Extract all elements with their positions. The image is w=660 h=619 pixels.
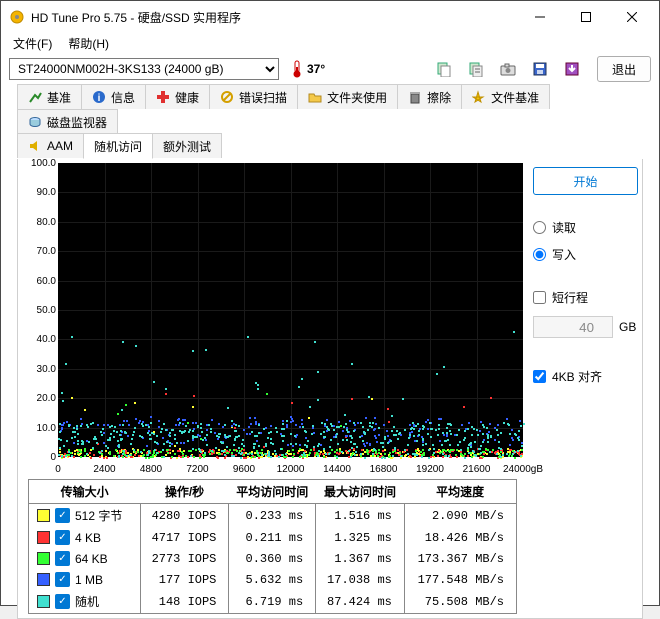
tab-aam[interactable]: AAM	[17, 133, 84, 158]
th-ops: 操作/秒	[140, 480, 229, 504]
benchmark-icon	[28, 90, 42, 104]
shorttrip-value: GB	[533, 316, 638, 338]
shorttrip-input	[533, 316, 613, 338]
toolbar: ST24000NM002H-3KS133 (24000 gB) 37° 退出	[1, 54, 659, 84]
close-button[interactable]	[609, 1, 655, 33]
table-row: ✓1 MB177 IOPS5.632 ms17.038 ms177.548 MB…	[29, 569, 516, 590]
th-speed: 平均速度	[404, 480, 516, 504]
tab-erase[interactable]: 擦除	[397, 84, 462, 109]
tab-health[interactable]: 健康	[145, 84, 210, 109]
tab-errorscan[interactable]: 错误扫描	[209, 84, 298, 109]
tab-folderusage[interactable]: 文件夹使用	[297, 84, 398, 109]
copy-text-button[interactable]	[463, 56, 489, 82]
app-window: HD Tune Pro 5.75 - 硬盘/SSD 实用程序 文件(F) 帮助(…	[0, 0, 660, 606]
shorttrip-check[interactable]: 短行程	[533, 289, 638, 306]
diskmon-icon	[28, 115, 42, 129]
th-avg: 平均访问时间	[229, 480, 316, 504]
th-size: 传输大小	[29, 480, 140, 504]
y-unit: ms	[60, 161, 73, 172]
tab-extra[interactable]: 额外测试	[152, 133, 222, 158]
tab-info[interactable]: i信息	[81, 84, 146, 109]
app-icon	[9, 9, 25, 25]
info-icon: i	[92, 90, 106, 104]
client-area: ms 010.020.030.040.050.060.070.080.090.0…	[17, 159, 643, 619]
th-max: 最大访问时间	[316, 480, 405, 504]
access-time-chart: ms 010.020.030.040.050.060.070.080.090.0…	[28, 163, 523, 475]
copy-info-button[interactable]	[431, 56, 457, 82]
start-button[interactable]: 开始	[533, 167, 638, 195]
maximize-button[interactable]	[563, 1, 609, 33]
tab-diskmon[interactable]: 磁盘监视器	[17, 109, 118, 134]
write-radio[interactable]: 写入	[533, 246, 638, 263]
error-icon	[220, 90, 234, 104]
tabs: 基准 i信息 健康 错误扫描 文件夹使用 擦除 文件基准 磁盘监视器 AAM 随…	[1, 84, 659, 159]
tab-benchmark[interactable]: 基准	[17, 84, 82, 109]
side-panel: 开始 读取 写入 短行程 GB 4KB 对齐	[533, 163, 638, 614]
minimize-button[interactable]	[517, 1, 563, 33]
load-button[interactable]	[559, 56, 585, 82]
thermometer-icon	[291, 60, 303, 78]
menubar: 文件(F) 帮助(H)	[1, 33, 659, 54]
drive-select[interactable]: ST24000NM002H-3KS133 (24000 gB)	[9, 58, 279, 80]
table-row: ✓4 KB4717 IOPS0.211 ms1.325 ms18.426 MB/…	[29, 527, 516, 548]
erase-icon	[408, 90, 422, 104]
svg-text:i: i	[98, 93, 101, 104]
screenshot-button[interactable]	[495, 56, 521, 82]
exit-button[interactable]: 退出	[597, 56, 651, 82]
left-pane: ms 010.020.030.040.050.060.070.080.090.0…	[22, 163, 523, 614]
menu-help[interactable]: 帮助(H)	[62, 33, 115, 54]
save-button[interactable]	[527, 56, 553, 82]
table-row: ✓64 KB2773 IOPS0.360 ms1.367 ms173.367 M…	[29, 548, 516, 569]
temperature: 37°	[291, 60, 325, 78]
health-icon	[156, 90, 170, 104]
read-radio[interactable]: 读取	[533, 219, 638, 236]
titlebar: HD Tune Pro 5.75 - 硬盘/SSD 实用程序	[1, 1, 659, 33]
window-title: HD Tune Pro 5.75 - 硬盘/SSD 实用程序	[31, 9, 517, 26]
speaker-icon	[28, 139, 42, 153]
tab-filebench[interactable]: 文件基准	[461, 84, 550, 109]
folder-icon	[308, 90, 322, 104]
table-row: ✓随机148 IOPS6.719 ms87.424 ms75.508 MB/s	[29, 590, 516, 613]
filebench-icon	[472, 90, 486, 104]
table-row: ✓512 字节4280 IOPS0.233 ms1.516 ms2.090 MB…	[29, 504, 516, 528]
align-check[interactable]: 4KB 对齐	[533, 368, 638, 385]
results-table: 传输大小 操作/秒 平均访问时间 最大访问时间 平均速度 ✓512 字节4280…	[28, 479, 517, 614]
menu-file[interactable]: 文件(F)	[7, 33, 58, 54]
tab-random[interactable]: 随机访问	[83, 133, 153, 159]
